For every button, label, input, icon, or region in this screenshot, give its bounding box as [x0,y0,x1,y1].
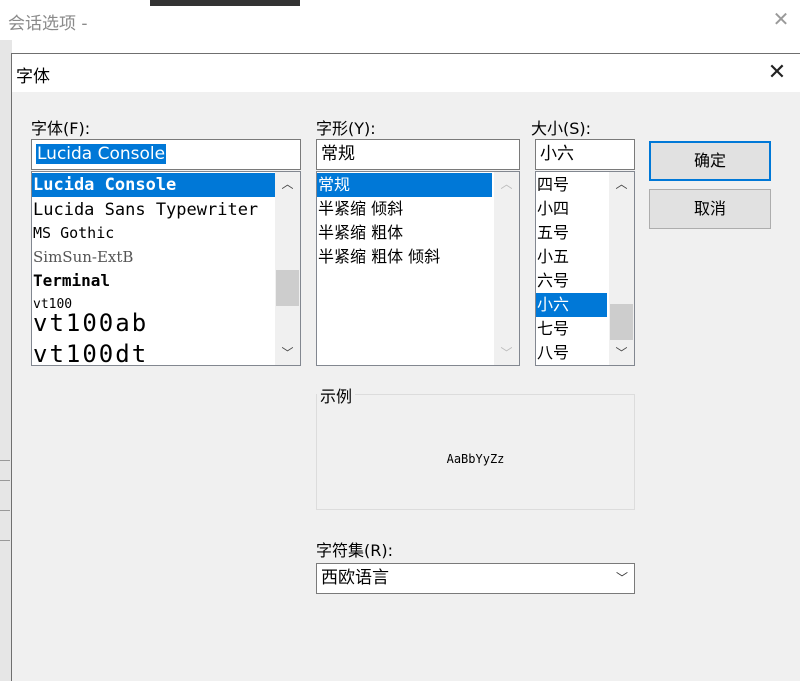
font-label: 字体(F): [31,119,91,138]
font-list-item[interactable]: Lucida Console [32,173,275,197]
sample-text: AaBbYyZz [446,452,505,466]
font-list-item[interactable]: MS Gothic [32,221,275,245]
font-style-input[interactable]: 常规 [316,139,520,170]
font-name-value: Lucida Console [36,144,167,164]
session-options-close-icon[interactable]: ✕ [770,8,792,30]
scroll-up-icon[interactable]: ︿ [494,172,519,196]
style-list-item[interactable]: 半紧缩 倾斜 [317,197,492,221]
font-list-item[interactable]: vt100ab [32,311,275,335]
charset-value: 西欧语言 [321,568,389,588]
font-size-input[interactable]: 小六 [535,139,635,170]
size-list-item[interactable]: 六号 [536,269,607,293]
size-list-item[interactable]: 小四 [536,197,607,221]
font-list-item[interactable]: Lucida Sans Typewriter [32,198,275,222]
font-style-value: 常规 [321,144,355,164]
style-label: 字形(Y): [316,119,376,138]
scroll-down-icon[interactable]: ﹀ [275,341,300,365]
font-list-item[interactable]: vt100dt [32,342,275,365]
size-list-item[interactable]: 八号 [536,341,607,365]
size-list-item[interactable]: 五号 [536,221,607,245]
style-list-item[interactable]: 半紧缩 粗体 [317,221,492,245]
font-listbox[interactable]: Lucida Console Lucida Sans Typewriter MS… [31,171,301,366]
font-dialog: 字体 ✕ 字体(F): Lucida Console Lucida Consol… [11,53,800,681]
size-label: 大小(S): [531,119,592,138]
size-list-item[interactable]: 四号 [536,173,607,197]
font-style-listbox[interactable]: 常规 半紧缩 倾斜 半紧缩 粗体 半紧缩 粗体 倾斜 ︿ ﹀ [316,171,520,366]
scroll-up-icon[interactable]: ︿ [275,172,300,196]
charset-select[interactable]: 西欧语言 ﹀ [316,563,635,594]
size-list-item[interactable]: 小六 [536,293,607,317]
scroll-down-icon[interactable]: ﹀ [609,341,634,365]
background-content-strip [150,0,300,6]
style-list-item[interactable]: 半紧缩 粗体 倾斜 [317,245,492,269]
style-list-item[interactable]: 常规 [317,173,492,197]
font-dialog-title: 字体 [16,67,50,87]
scroll-up-icon[interactable]: ︿ [609,172,634,196]
scroll-thumb[interactable] [610,304,633,340]
session-options-title: 会话选项 - [8,14,88,34]
font-size-listbox[interactable]: 四号 小四 五号 小五 六号 小六 七号 八号 ︿ ﹀ [535,171,635,366]
font-list-item[interactable]: Terminal [32,269,275,293]
sample-legend: 示例 [317,383,356,407]
chevron-down-icon: ﹀ [615,571,628,585]
font-size-value: 小六 [540,144,574,164]
font-list-scrollbar[interactable]: ︿ ﹀ [275,172,300,365]
font-name-input[interactable]: Lucida Console [31,139,301,170]
cancel-button[interactable]: 取消 [649,189,771,229]
font-dialog-titlebar: 字体 ✕ [12,54,800,92]
size-list-item[interactable]: 七号 [536,317,607,341]
charset-label: 字符集(R): [316,541,393,560]
size-list-item[interactable]: 小五 [536,245,607,269]
ok-button[interactable]: 确定 [649,141,771,181]
font-list-item[interactable]: SimSun-ExtB [32,245,275,269]
scroll-thumb[interactable] [276,270,299,306]
style-list-scrollbar[interactable]: ︿ ﹀ [494,172,519,365]
close-icon[interactable]: ✕ [764,60,790,86]
scroll-down-icon[interactable]: ﹀ [494,341,519,365]
size-list-scrollbar[interactable]: ︿ ﹀ [609,172,634,365]
session-options-titlebar: 会话选项 - ✕ [0,0,800,40]
